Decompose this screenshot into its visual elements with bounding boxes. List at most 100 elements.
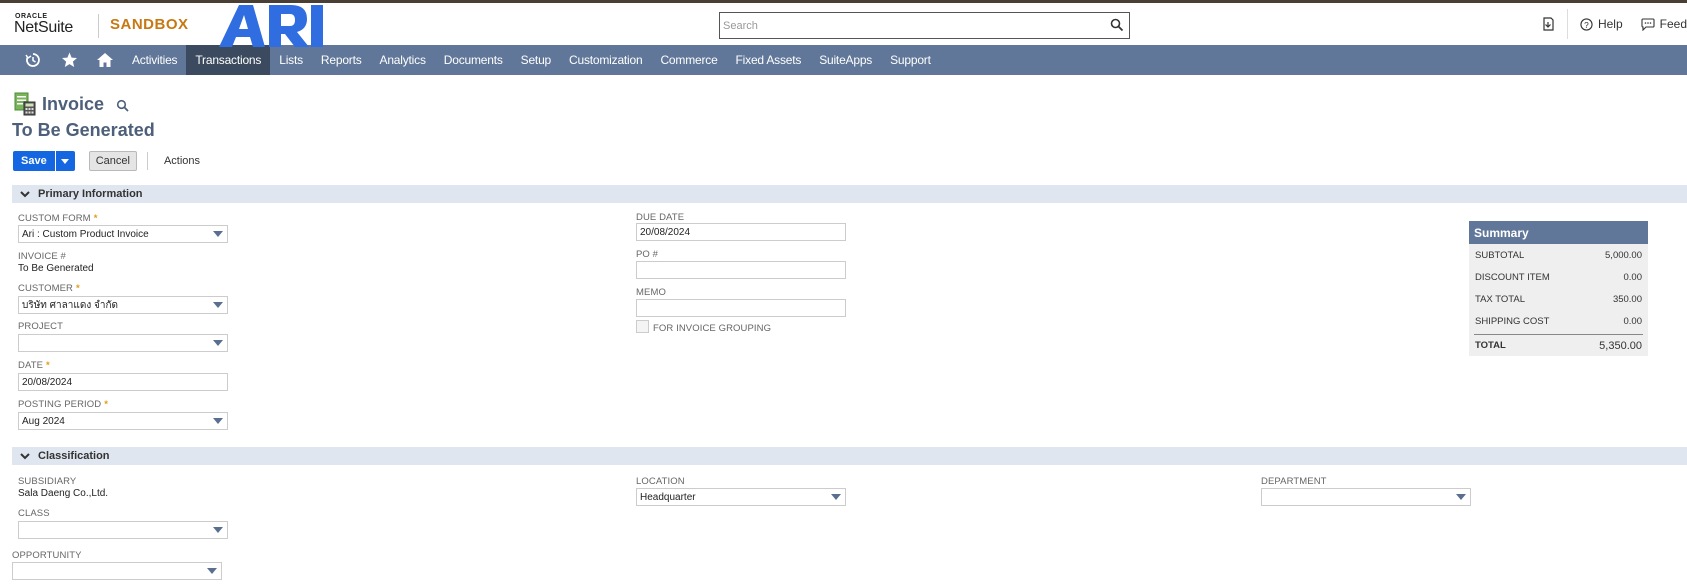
subsidiary-value: Sala Daeng Co.,Ltd. [18, 488, 109, 499]
recent-records-button[interactable] [1541, 17, 1555, 31]
save-dropdown-button[interactable] [55, 151, 75, 171]
discount-value: 0.00 [1623, 271, 1643, 283]
favorites-star-icon[interactable] [51, 45, 87, 75]
customer-value: บริษัท ศาลาแดง จำกัด [22, 299, 119, 311]
due-date-label: DUE DATE [636, 212, 685, 223]
po-number-input[interactable] [636, 261, 846, 279]
actions-menu[interactable]: Actions [164, 155, 200, 167]
header-right: ? Help Feed [1541, 3, 1687, 45]
nav-commerce[interactable]: Commerce [651, 45, 726, 75]
help-label: Help [1597, 17, 1623, 31]
global-search-input[interactable]: Search [719, 12, 1130, 39]
home-icon[interactable] [87, 45, 123, 75]
nav-lists[interactable]: Lists [270, 45, 312, 75]
location-label: LOCATION [636, 476, 685, 487]
nav-activities[interactable]: Activities [123, 45, 186, 75]
dropdown-caret-icon [831, 494, 841, 500]
due-date-input[interactable]: 20/08/2024 [636, 223, 846, 241]
shipping-value: 0.00 [1623, 315, 1643, 327]
chevron-down-icon [20, 452, 30, 459]
feedback-icon [1641, 17, 1655, 31]
main-nav: Activities Transactions Lists Reports An… [0, 45, 1687, 75]
cancel-button[interactable]: Cancel [88, 151, 137, 171]
search-icon[interactable] [1110, 18, 1124, 32]
logo-divider [98, 14, 99, 38]
opportunity-select[interactable] [12, 562, 222, 580]
dropdown-caret-icon [213, 340, 223, 346]
recent-icon[interactable] [15, 45, 51, 75]
project-select[interactable] [18, 334, 228, 352]
feedback-label: Feed [1659, 17, 1687, 31]
nav-documents[interactable]: Documents [435, 45, 512, 75]
nav-fixed-assets[interactable]: Fixed Assets [727, 45, 811, 75]
customer-label: CUSTOMER * [18, 283, 80, 294]
class-label: CLASS [18, 508, 50, 519]
summary-box: Summary SUBTOTAL 5,000.00 DISCOUNT ITEM … [1469, 221, 1648, 356]
dropdown-caret-icon [213, 231, 223, 237]
nav-analytics[interactable]: Analytics [371, 45, 435, 75]
save-button[interactable]: Save [13, 151, 55, 171]
subtotal-value: 5,000.00 [1605, 249, 1642, 261]
tax-label: TAX TOTAL [1475, 293, 1525, 305]
department-label: DEPARTMENT [1261, 476, 1327, 487]
environment-label: SANDBOX [110, 16, 189, 33]
section-title: Classification [38, 450, 110, 462]
custom-form-label: CUSTOM FORM * [18, 213, 98, 224]
classification-header[interactable]: Classification [12, 447, 1687, 465]
invoice-grouping-checkbox[interactable] [636, 320, 649, 333]
class-select[interactable] [18, 521, 228, 539]
summary-row-total: TOTAL 5,350.00 [1474, 334, 1643, 356]
invoice-number-label: INVOICE # [18, 251, 66, 262]
recent-records-icon [1543, 17, 1554, 31]
dropdown-caret-icon [213, 418, 223, 424]
subsidiary-label: SUBSIDIARY [18, 476, 77, 487]
summary-row-shipping: SHIPPING COST 0.00 [1469, 310, 1648, 332]
project-label: PROJECT [18, 321, 64, 332]
shipping-label: SHIPPING COST [1475, 315, 1550, 327]
invoice-number-value: To Be Generated [18, 263, 94, 274]
tax-value: 350.00 [1612, 293, 1642, 305]
opportunity-label: OPPORTUNITY [12, 550, 82, 561]
page-title: Invoice [42, 93, 105, 114]
dropdown-caret-icon [213, 302, 223, 308]
memo-input[interactable] [636, 299, 846, 317]
dropdown-caret-icon [213, 527, 223, 533]
ari-logo [219, 5, 323, 47]
netsuite-logo[interactable]: NetSuite [14, 19, 73, 37]
header-separator [1566, 9, 1568, 39]
search-placeholder: Search [723, 19, 758, 32]
posting-period-select[interactable]: Aug 2024 [18, 412, 228, 430]
nav-suiteapps[interactable]: SuiteApps [810, 45, 881, 75]
memo-label: MEMO [636, 287, 666, 298]
nav-support[interactable]: Support [881, 45, 940, 75]
record-title: To Be Generated [12, 120, 155, 140]
custom-form-select[interactable]: Ari : Custom Product Invoice [18, 225, 228, 243]
header: ORACLE NetSuite SANDBOX Search ? Help Fe… [0, 3, 1687, 47]
chevron-down-icon [20, 190, 30, 197]
location-select[interactable]: Headquarter [636, 488, 846, 506]
date-input[interactable]: 20/08/2024 [18, 373, 228, 391]
nav-customization[interactable]: Customization [560, 45, 651, 75]
subtotal-label: SUBTOTAL [1475, 249, 1525, 261]
help-button[interactable]: ? Help [1580, 17, 1623, 31]
nav-transactions[interactable]: Transactions [186, 45, 271, 75]
customer-select[interactable]: บริษัท ศาลาแดง จำกัด [18, 296, 228, 314]
feedback-button[interactable]: Feed [1641, 17, 1687, 31]
dropdown-caret-icon [1456, 494, 1466, 500]
summary-title: Summary [1469, 221, 1648, 244]
discount-label: DISCOUNT ITEM [1475, 271, 1550, 283]
custom-form-value: Ari : Custom Product Invoice [22, 228, 149, 240]
department-select[interactable] [1261, 488, 1471, 506]
summary-row-tax: TAX TOTAL 350.00 [1469, 288, 1648, 310]
section-title: Primary Information [38, 188, 143, 200]
nav-setup[interactable]: Setup [512, 45, 560, 75]
primary-information-header[interactable]: Primary Information [12, 185, 1687, 203]
posting-period-value: Aug 2024 [22, 415, 65, 427]
chevron-down-icon [61, 158, 70, 164]
search-record-icon[interactable] [116, 99, 130, 113]
total-label: TOTAL [1475, 340, 1506, 351]
summary-row-subtotal: SUBTOTAL 5,000.00 [1469, 244, 1648, 266]
svg-text:?: ? [1584, 19, 1589, 29]
button-separator [146, 152, 148, 170]
nav-reports[interactable]: Reports [312, 45, 371, 75]
